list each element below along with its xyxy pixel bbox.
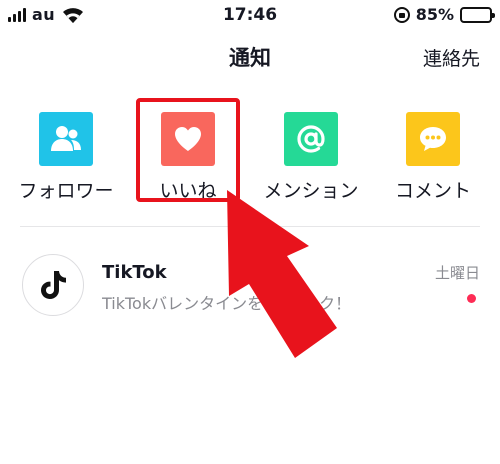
comments-tile[interactable]: [406, 112, 460, 166]
status-bar: au 17:46 85%: [0, 0, 500, 30]
at-sign-icon: [297, 125, 325, 153]
category-label: コメント: [394, 180, 471, 202]
battery-icon: [460, 6, 495, 23]
notification-date: 土曜日: [434, 264, 480, 282]
status-right: 85%: [393, 5, 495, 24]
battery-percent: 85%: [415, 5, 454, 24]
followers-icon: [51, 126, 81, 151]
category-followers[interactable]: フォロワー: [6, 112, 126, 203]
comment-icon: [420, 127, 446, 151]
unread-dot: [467, 294, 476, 303]
category-comments[interactable]: コメント: [373, 112, 493, 203]
annotation-arrow: [227, 190, 337, 358]
highlight-annotation: [136, 98, 240, 202]
contacts-button[interactable]: 連絡先: [423, 44, 480, 71]
mentions-tile[interactable]: [284, 112, 338, 166]
rotation-lock-icon: [393, 6, 410, 23]
notification-title: TikTok: [102, 262, 167, 283]
category-label: フォロワー: [18, 180, 114, 202]
avatar[interactable]: [22, 254, 84, 316]
followers-tile[interactable]: [39, 112, 93, 166]
tiktok-logo-icon: [41, 271, 66, 299]
